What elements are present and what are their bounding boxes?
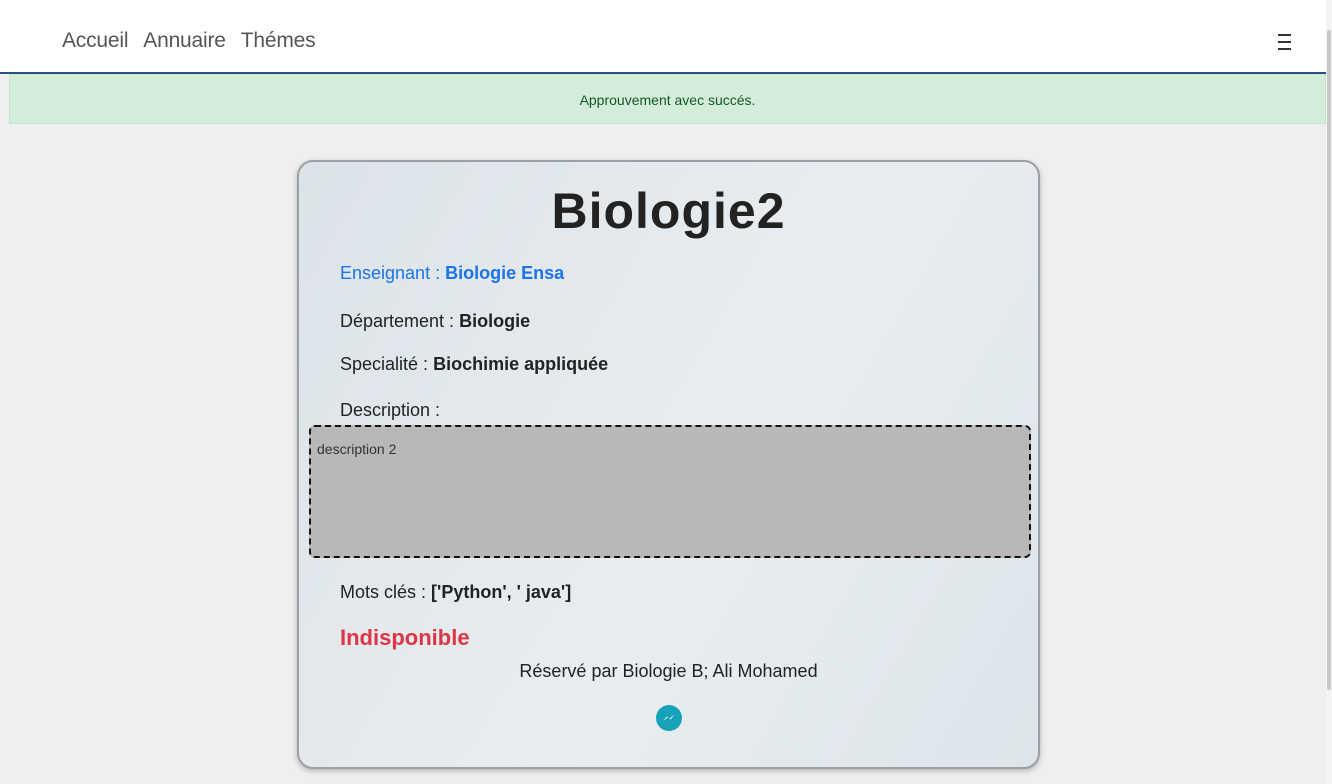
messenger-icon[interactable] [656,705,682,731]
availability-status: Indisponible [340,625,470,650]
department-value: Biologie [459,311,531,331]
nav-link-accueil[interactable]: Accueil [62,28,128,54]
keywords-value: ['Python', ' java'] [431,582,572,602]
success-alert: Approuvement avec succés. [9,74,1326,124]
page-scrollbar[interactable] [1326,0,1332,784]
specialty-value: Biochimie appliquée [433,354,609,374]
department-field: Département : Biologie [340,310,530,332]
nav-link-annuaire[interactable]: Annuaire [143,28,226,54]
top-navbar: Accueil Annuaire Thémes [0,0,1326,74]
teacher-link[interactable]: Biologie Ensa [445,263,564,283]
nav-links: Accueil Annuaire Thémes [62,28,330,54]
course-title: Biologie2 [551,183,786,239]
course-card: Biologie2 Enseignant : Biologie Ensa Dép… [297,160,1040,769]
teacher-field[interactable]: Enseignant : Biologie Ensa [340,262,564,284]
keywords-field: Mots clés : ['Python', ' java'] [340,581,571,603]
specialty-label: Specialité : [340,354,429,374]
scrollbar-thumb[interactable] [1327,30,1331,690]
hamburger-icon[interactable] [1278,34,1292,50]
department-label: Département : [340,311,455,331]
specialty-field: Specialité : Biochimie appliquée [340,353,608,375]
nav-link-themes[interactable]: Thémes [241,28,316,54]
teacher-label: Enseignant : [340,263,441,283]
keywords-label: Mots clés : [340,582,427,602]
reserved-by-text: Réservé par Biologie B; Ali Mohamed [519,661,818,681]
description-label: Description : [340,400,441,420]
description-box: description 2 [309,425,1031,558]
